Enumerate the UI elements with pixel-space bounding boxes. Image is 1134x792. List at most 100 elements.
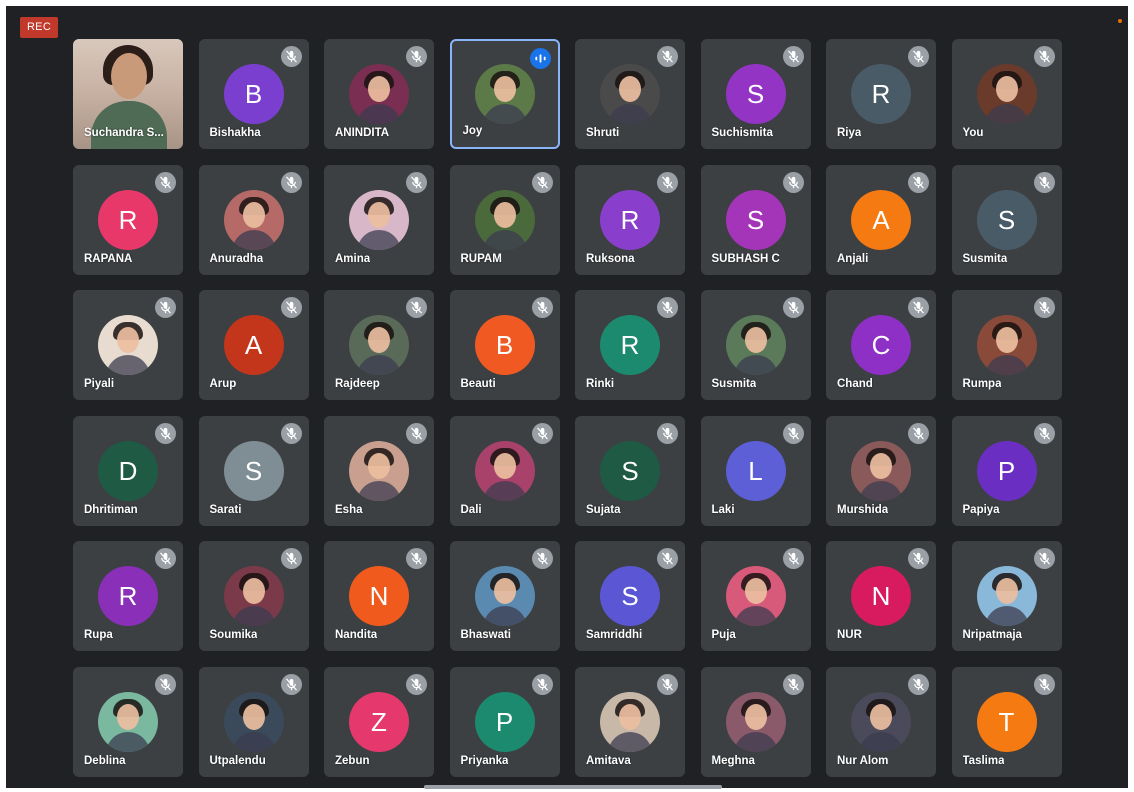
participant-tile[interactable]: R Rinki	[575, 290, 685, 400]
participant-tile[interactable]: S Susmita	[951, 164, 1062, 275]
mic-off-icon	[280, 171, 302, 193]
participant-letter-avatar: L	[725, 440, 786, 501]
participant-tile[interactable]: Rajdeep	[324, 290, 434, 400]
mic-off-icon	[657, 673, 678, 695]
participant-name: Shruti	[586, 127, 620, 139]
participant-name: Deblina	[84, 754, 126, 767]
participant-name: Meghna	[711, 754, 755, 767]
participant-tile[interactable]: R RAPANA	[73, 164, 183, 275]
participant-tile[interactable]: R Rupa	[73, 541, 183, 651]
mic-off-icon	[406, 673, 427, 695]
participant-tile[interactable]: Nripatmaja	[951, 541, 1062, 651]
participant-name: Piyali	[84, 378, 115, 390]
participant-photo-avatar	[349, 189, 409, 250]
mic-off-icon	[406, 46, 427, 67]
participant-name: Rinki	[586, 378, 615, 390]
participant-name: Chand	[837, 378, 873, 390]
participant-letter-avatar: R	[98, 189, 158, 250]
recording-badge: REC	[20, 17, 58, 38]
participant-tile[interactable]: D Dhritiman	[73, 415, 183, 526]
participant-tile[interactable]: Rumpa	[951, 290, 1062, 400]
participant-tile[interactable]: B Beauti	[449, 290, 560, 400]
participant-tile[interactable]: S Sujata	[575, 415, 685, 526]
participant-tile[interactable]: Soumika	[198, 541, 309, 651]
mic-off-icon	[280, 548, 302, 569]
participant-photo-avatar	[976, 566, 1037, 626]
mic-off-icon	[657, 422, 678, 444]
participant-name: Joy	[462, 125, 483, 137]
participant-tile[interactable]: Amina	[324, 164, 434, 275]
participant-letter-avatar: R	[98, 566, 158, 626]
participant-tile[interactable]: You	[951, 39, 1062, 149]
participant-tile[interactable]: RUPAM	[449, 164, 560, 275]
participant-name: SUBHASH C	[711, 252, 780, 265]
participant-tile[interactable]: P Papiya	[951, 415, 1062, 526]
participant-tile[interactable]: Puja	[700, 541, 811, 651]
participant-tile[interactable]: Piyali	[73, 290, 183, 400]
participant-letter-avatar: N	[851, 566, 911, 626]
mic-off-icon	[782, 297, 804, 318]
mic-off-icon	[406, 422, 427, 444]
speaking-indicator-icon	[529, 48, 551, 69]
participant-tile[interactable]: B Bishakha	[198, 39, 309, 149]
participant-tile[interactable]: Anuradha	[198, 164, 309, 275]
participant-photo-avatar	[223, 691, 284, 752]
participant-name: ANINDITA	[335, 127, 390, 139]
participant-letter-avatar: S	[223, 440, 284, 501]
mic-off-icon	[908, 297, 929, 318]
participant-letter-avatar: S	[725, 64, 786, 124]
participant-tile[interactable]: A Anjali	[826, 164, 936, 275]
participant-tile[interactable]: C Chand	[826, 290, 936, 400]
participant-tile[interactable]: N Nandita	[324, 541, 434, 651]
participant-tile[interactable]: Esha	[324, 415, 434, 526]
home-indicator[interactable]	[424, 785, 722, 789]
mic-off-icon	[908, 673, 929, 695]
mic-off-icon	[1033, 297, 1055, 318]
participant-tile[interactable]: S SUBHASH C	[700, 164, 811, 275]
participant-name: Sujata	[586, 503, 621, 516]
participant-tile[interactable]: S Sarati	[198, 415, 309, 526]
participant-tile[interactable]: Meghna	[700, 666, 811, 777]
participant-name: Anjali	[837, 252, 869, 265]
mic-off-icon	[155, 297, 176, 318]
participant-tile[interactable]: R Ruksona	[575, 164, 685, 275]
participant-name: Rumpa	[962, 378, 1002, 390]
participant-tile[interactable]: R Riya	[826, 39, 936, 149]
participant-photo-avatar	[474, 566, 535, 626]
participant-name: Sarati	[209, 503, 242, 516]
mic-off-icon	[657, 171, 678, 193]
mic-off-icon	[531, 171, 553, 193]
participant-tile[interactable]: L Laki	[700, 415, 811, 526]
participant-tile[interactable]: Amitava	[575, 666, 685, 777]
mic-off-icon	[657, 46, 678, 67]
participant-tile[interactable]: Joy	[449, 39, 560, 149]
participant-tile[interactable]: Deblina	[73, 666, 183, 777]
participant-tile[interactable]: Suchandra S...	[73, 39, 183, 149]
participant-name: Samriddhi	[586, 629, 643, 641]
mic-off-icon	[782, 46, 804, 67]
participant-tile[interactable]: ANINDITA	[324, 39, 434, 149]
participant-name: Laki	[711, 503, 735, 516]
participant-tile[interactable]: Shruti	[575, 39, 685, 149]
participant-name: Susmita	[962, 252, 1008, 265]
participant-name: Dali	[460, 503, 482, 516]
participant-name: RUPAM	[460, 252, 502, 265]
participant-letter-avatar: S	[976, 189, 1037, 250]
participant-tile[interactable]: S Samriddhi	[575, 541, 685, 651]
participant-tile[interactable]: Z Zebun	[324, 666, 434, 777]
participant-tile[interactable]: A Arup	[198, 290, 309, 400]
participant-letter-avatar: Z	[349, 691, 409, 752]
participant-tile[interactable]: T Taslima	[951, 666, 1062, 777]
participant-photo-avatar	[976, 64, 1037, 124]
participant-tile[interactable]: Nur Alom	[826, 666, 936, 777]
participant-tile[interactable]: Utpalendu	[198, 666, 309, 777]
participant-tile[interactable]: Dali	[449, 415, 560, 526]
participant-tile[interactable]: Murshida	[826, 415, 936, 526]
participant-photo-avatar	[349, 315, 409, 375]
participant-tile[interactable]: Susmita	[700, 290, 811, 400]
participant-tile[interactable]: Bhaswati	[449, 541, 560, 651]
participant-tile[interactable]: P Priyanka	[449, 666, 560, 777]
participant-tile[interactable]: N NUR	[826, 541, 936, 651]
participant-grid: Suchandra S... B Bishakha ANINDITA Joy Shruti…	[73, 39, 1062, 777]
participant-tile[interactable]: S Suchismita	[700, 39, 811, 149]
